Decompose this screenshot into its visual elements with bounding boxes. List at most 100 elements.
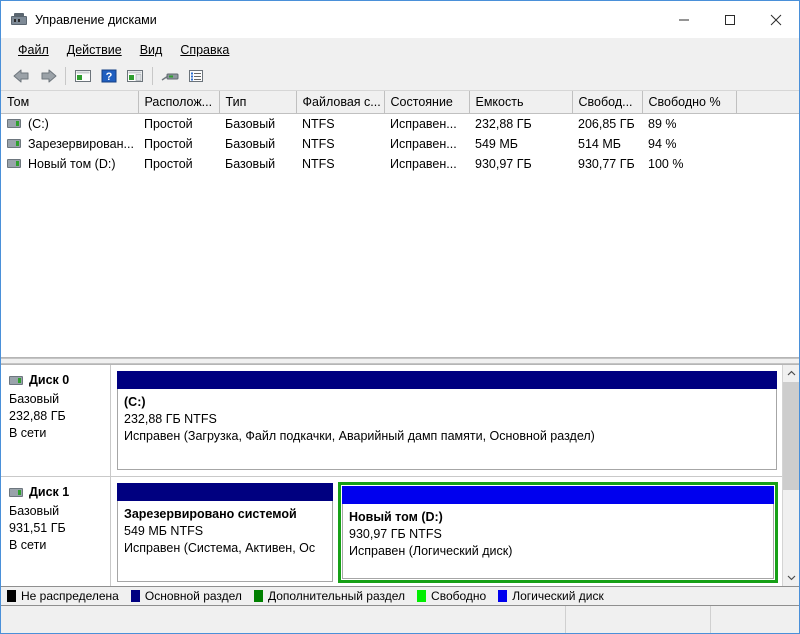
help-icon: ? [101, 69, 117, 83]
cell-capacity: 549 МБ [469, 133, 572, 154]
scrollbar-track[interactable] [783, 382, 799, 569]
menu-item-action[interactable]: Действие [58, 40, 131, 60]
disk-management-window: Управление дисками Файл Действие Вид Спр… [0, 0, 800, 634]
rescan-disks-button[interactable] [157, 64, 183, 88]
disk-row[interactable]: Диск 0 Базовый 232,88 ГБ В сети (C:) 232… [1, 365, 782, 477]
partition-block[interactable]: Зарезервировано системой 549 МБ NTFS Исп… [116, 482, 334, 583]
partition-status: Исправен (Система, Активен, Ос [124, 541, 316, 555]
legend-item-extended-partition: Дополнительный раздел [253, 589, 406, 603]
column-header-free-space[interactable]: Свобод... [572, 91, 643, 114]
show-hide-action-pane-button[interactable] [122, 64, 148, 88]
rescan-disks-icon [161, 73, 179, 81]
table-row[interactable]: Новый том (D:) Простой Базовый NTFS Испр… [1, 153, 799, 174]
cell-status: Исправен... [384, 113, 469, 134]
disk-icon [9, 375, 23, 385]
cell-free: 930,77 ГБ [572, 153, 642, 174]
cell-volume-label: (C:) [28, 116, 49, 131]
toolbar: ? [1, 62, 799, 91]
legend-bar: Не распределена Основной раздел Дополнит… [1, 586, 799, 606]
menu-item-help[interactable]: Справка [171, 40, 238, 60]
cell-free-percent: 100 % [642, 153, 736, 174]
table-row[interactable]: Зарезервирован... Простой Базовый NTFS И… [1, 133, 799, 154]
cell-capacity: 232,88 ГБ [469, 113, 572, 134]
partition-block-selected[interactable]: Новый том (D:) 930,97 ГБ NTFS Исправен (… [338, 482, 778, 583]
partition-details: Зарезервировано системой 549 МБ NTFS Исп… [117, 501, 333, 582]
toolbar-separator-1 [65, 67, 66, 85]
cell-status: Исправен... [384, 153, 469, 174]
volume-list-pane[interactable]: Том Располож... Тип Файловая с... Состоя… [1, 91, 799, 358]
svg-text:?: ? [106, 71, 113, 83]
partition-size-fs: 549 МБ NTFS [124, 524, 204, 538]
legend-swatch-logical-drive [498, 590, 508, 602]
partition-details: Новый том (D:) 930,97 ГБ NTFS Исправен (… [342, 504, 774, 579]
cell-spacer [736, 113, 799, 134]
menu-bar: Файл Действие Вид Справка [1, 38, 799, 62]
disk-info-panel[interactable]: Диск 0 Базовый 232,88 ГБ В сети [1, 365, 111, 476]
show-hide-console-tree-icon [75, 70, 91, 82]
legend-item-unallocated: Не распределена [7, 589, 119, 603]
scroll-down-button[interactable] [783, 569, 799, 586]
partition-block[interactable]: (C:) 232,88 ГБ NTFS Исправен (Загрузка, … [116, 370, 778, 471]
legend-label-primary-partition: Основной раздел [144, 589, 242, 603]
column-header-capacity[interactable]: Емкость [469, 91, 573, 114]
cell-filesystem: NTFS [296, 133, 384, 154]
cell-free: 514 МБ [572, 133, 642, 154]
cell-status: Исправен... [384, 133, 469, 154]
disk-name-label: Диск 0 [29, 373, 70, 387]
status-panel-main [1, 606, 566, 633]
legend-item-logical-drive: Логический диск [498, 589, 604, 603]
cell-layout: Простой [138, 113, 219, 134]
disk-icon [9, 487, 23, 497]
column-header-volume[interactable]: Том [1, 91, 139, 114]
partition-size-fs: 232,88 ГБ NTFS [124, 412, 217, 426]
menu-item-file[interactable]: Файл [9, 40, 58, 60]
close-button[interactable] [753, 1, 799, 38]
maximize-button[interactable] [707, 1, 753, 38]
back-button[interactable] [9, 64, 35, 88]
minimize-icon [679, 19, 689, 20]
column-header-filesystem[interactable]: Файловая с... [296, 91, 385, 114]
disk-type-label: Базовый [9, 504, 60, 518]
chevron-down-icon [787, 575, 795, 581]
table-row[interactable]: (C:) Простой Базовый NTFS Исправен... 23… [1, 113, 799, 134]
legend-swatch-free-space [417, 590, 427, 602]
cell-volume: (C:) [1, 113, 138, 134]
column-header-layout[interactable]: Располож... [138, 91, 220, 114]
forward-icon [41, 69, 57, 83]
legend-label-extended-partition: Дополнительный раздел [267, 589, 406, 603]
partition-strip: (C:) 232,88 ГБ NTFS Исправен (Загрузка, … [111, 365, 782, 476]
properties-button[interactable] [183, 64, 209, 88]
disk-row[interactable]: Диск 1 Базовый 931,51 ГБ В сети Зарезерв… [1, 477, 782, 586]
partition-color-bar [117, 483, 333, 501]
column-header-type[interactable]: Тип [219, 91, 297, 114]
cell-volume: Новый том (D:) [1, 153, 138, 174]
disk-name-label: Диск 1 [29, 485, 70, 499]
menu-item-view[interactable]: Вид [131, 40, 172, 60]
column-header-free-percent[interactable]: Свободно % [642, 91, 737, 114]
cell-spacer [736, 133, 799, 154]
scrollbar-thumb[interactable] [783, 382, 799, 490]
partition-status: Исправен (Загрузка, Файл подкачки, Авари… [124, 429, 595, 443]
help-button[interactable]: ? [96, 64, 122, 88]
cell-layout: Простой [138, 133, 219, 154]
table-header-row: Том Располож... Тип Файловая с... Состоя… [1, 91, 799, 114]
scroll-up-button[interactable] [783, 365, 799, 382]
show-hide-console-tree-button[interactable] [70, 64, 96, 88]
column-header-spacer[interactable] [736, 91, 799, 114]
legend-swatch-extended-partition [253, 590, 263, 602]
disk-graphic-body: Диск 0 Базовый 232,88 ГБ В сети (C:) 232… [1, 365, 782, 586]
disk-title: Диск 1 [9, 485, 110, 499]
vertical-scrollbar[interactable] [782, 365, 799, 586]
menu-item-action-label: Действие [66, 43, 122, 57]
cell-free: 206,85 ГБ [572, 113, 642, 134]
forward-button[interactable] [35, 64, 61, 88]
volume-table: Том Располож... Тип Файловая с... Состоя… [1, 91, 799, 174]
cell-type: Базовый [219, 153, 296, 174]
column-header-status[interactable]: Состояние [384, 91, 470, 114]
minimize-button[interactable] [661, 1, 707, 38]
properties-icon [189, 70, 203, 82]
disk-info-panel[interactable]: Диск 1 Базовый 931,51 ГБ В сети [1, 477, 111, 586]
title-bar: Управление дисками [1, 1, 799, 38]
volume-icon [7, 119, 21, 128]
menu-item-help-label: Справка [180, 43, 230, 57]
